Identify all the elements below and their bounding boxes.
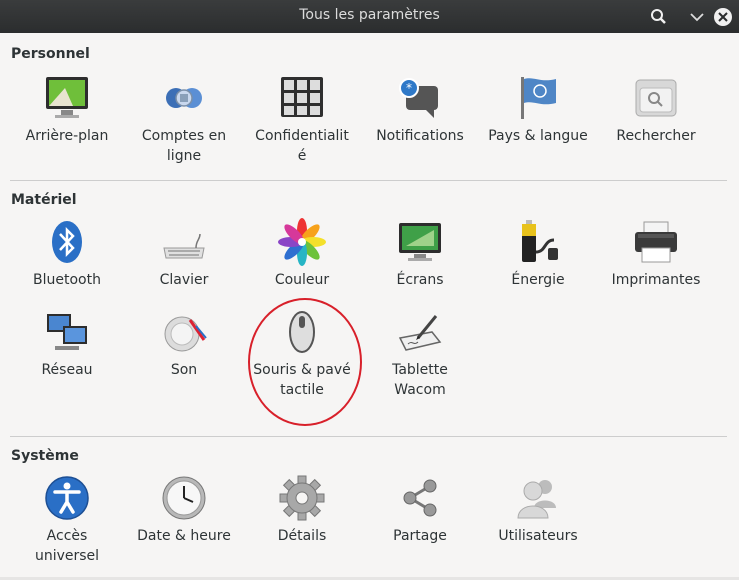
svg-text:*: *	[406, 81, 412, 95]
panel-date-time[interactable]: Date & heure	[125, 474, 243, 546]
panel-wacom-tablet[interactable]: Tablette Wacom	[361, 308, 479, 400]
panel-sound[interactable]: Son	[125, 308, 243, 380]
chevron-down-icon[interactable]	[686, 6, 708, 28]
section-title-personnel: Personnel	[11, 46, 90, 62]
panel-label: Imprimantes	[611, 272, 701, 288]
panel-label: Partage	[393, 528, 447, 544]
title-bar: Tous les paramètres	[0, 0, 739, 33]
panel-label: Utilisateurs	[498, 528, 578, 544]
panel-label: Réseau	[41, 362, 93, 378]
panel-notifications[interactable]: * Notifications	[361, 74, 479, 146]
panel-label: Date & heure	[137, 528, 231, 544]
background-icon	[46, 77, 88, 118]
panel-label: Tablette Wacom	[392, 362, 448, 398]
power-icon	[522, 220, 558, 262]
panel-label: Arrière-plan	[25, 128, 109, 144]
panel-background[interactable]: Arrière-plan	[8, 74, 126, 146]
close-icon[interactable]	[712, 6, 734, 28]
panel-label: Rechercher	[616, 128, 696, 144]
panel-region-language[interactable]: Pays & langue	[479, 74, 597, 146]
panel-details[interactable]: Détails	[243, 474, 361, 546]
panel-privacy[interactable]: Confidentialité	[243, 74, 361, 166]
notifications-icon: *	[399, 78, 438, 118]
panel-label: Couleur	[274, 272, 330, 288]
highlight-circle	[248, 298, 362, 426]
panel-label: Notifications	[376, 128, 464, 144]
region-language-icon	[521, 77, 556, 119]
panel-label: Son	[170, 362, 198, 378]
sharing-icon	[403, 479, 437, 517]
section-divider	[10, 436, 727, 437]
bluetooth-icon	[52, 221, 82, 263]
panel-universal-access[interactable]: Accès universel	[8, 474, 126, 566]
color-icon	[278, 218, 326, 266]
section-title-systeme: Système	[11, 448, 79, 464]
panel-power[interactable]: Énergie	[479, 218, 597, 290]
network-icon	[47, 314, 87, 350]
panel-label: Pays & langue	[488, 128, 588, 144]
panel-search[interactable]: Rechercher	[597, 74, 715, 146]
details-gear-icon	[279, 475, 325, 521]
privacy-icon	[281, 77, 323, 117]
panel-label: Clavier	[159, 272, 209, 288]
panel-printers[interactable]: Imprimantes	[597, 218, 715, 290]
panel-label: Détails	[277, 528, 327, 544]
panel-label: Confidentialité	[255, 128, 349, 164]
search-settings-icon	[635, 79, 677, 117]
printer-icon	[635, 221, 677, 263]
wacom-tablet-icon	[398, 315, 442, 351]
window-title: Tous les paramètres	[299, 7, 440, 23]
settings-overview: Personnel Arrière-plan Comptes en ligne …	[0, 33, 739, 580]
clock-icon	[162, 476, 206, 520]
keyboard-icon	[163, 233, 205, 259]
panel-label: Accès universel	[34, 528, 100, 564]
section-divider	[10, 180, 727, 181]
section-title-materiel: Matériel	[11, 192, 77, 208]
panel-label: Écrans	[396, 272, 444, 288]
panel-displays[interactable]: Écrans	[361, 218, 479, 290]
panel-network[interactable]: Réseau	[8, 308, 126, 380]
panel-label: Comptes en ligne	[141, 128, 227, 164]
sound-icon	[164, 316, 207, 352]
panel-bluetooth[interactable]: Bluetooth	[8, 218, 126, 290]
panel-label: Bluetooth	[33, 272, 101, 288]
panel-online-accounts[interactable]: Comptes en ligne	[125, 74, 243, 166]
panel-sharing[interactable]: Partage	[361, 474, 479, 546]
users-icon	[517, 480, 556, 519]
online-accounts-icon	[166, 88, 202, 108]
panel-color[interactable]: Couleur	[243, 218, 361, 290]
displays-icon	[399, 223, 441, 261]
search-icon[interactable]	[648, 6, 670, 28]
panel-users[interactable]: Utilisateurs	[479, 474, 597, 546]
panel-keyboard[interactable]: Clavier	[125, 218, 243, 290]
universal-access-icon	[45, 476, 89, 520]
panel-label: Énergie	[511, 272, 565, 288]
